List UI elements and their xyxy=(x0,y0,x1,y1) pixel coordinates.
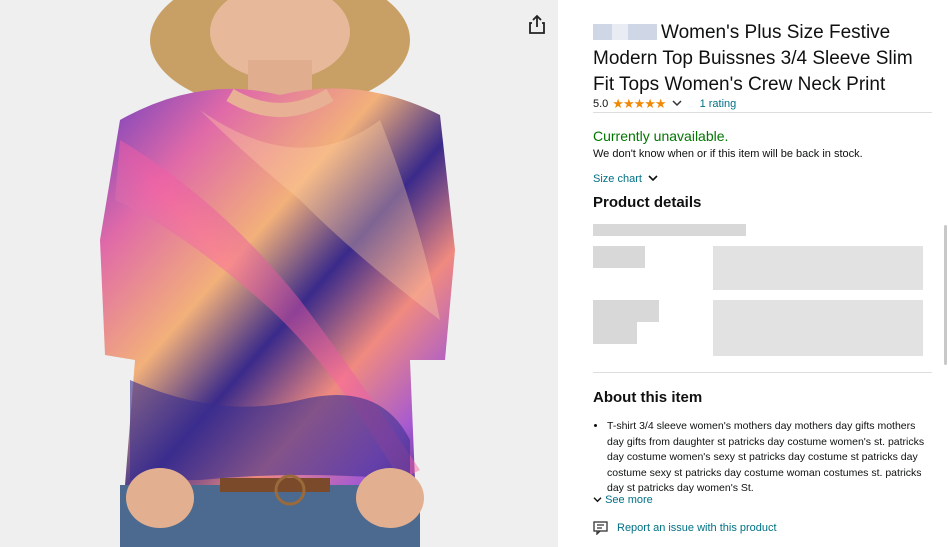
report-issue-link[interactable]: Report an issue with this product xyxy=(593,521,777,535)
chevron-down-icon xyxy=(593,497,602,503)
chevron-down-icon xyxy=(648,175,658,182)
product-title: Women's Plus Size Festive Modern Top Bui… xyxy=(593,20,933,98)
redacted-detail-label xyxy=(593,224,746,236)
product-details-heading: Product details xyxy=(593,194,702,211)
redacted-detail-value xyxy=(713,300,923,356)
chevron-down-icon[interactable] xyxy=(672,99,682,110)
divider xyxy=(593,112,932,113)
share-button[interactable] xyxy=(526,14,548,36)
availability-note: We don't know when or if this item will … xyxy=(593,148,863,160)
see-more-link[interactable]: See more xyxy=(593,494,653,506)
list-item: T-shirt 3/4 sleeve women's mothers day m… xyxy=(607,419,928,495)
divider xyxy=(593,372,932,373)
redacted-detail-label xyxy=(593,246,645,268)
scrollbar[interactable] xyxy=(944,225,947,365)
about-bullet-list: T-shirt 3/4 sleeve women's mothers day m… xyxy=(593,419,928,495)
size-chart-link[interactable]: Size chart xyxy=(593,173,658,185)
share-icon xyxy=(529,14,545,34)
redacted-detail-label xyxy=(593,322,637,344)
report-issue-label: Report an issue with this product xyxy=(617,522,777,534)
rating-row: 5.0 ★★★★★ 1 rating xyxy=(593,96,933,112)
redacted-brand xyxy=(593,24,657,40)
product-image[interactable] xyxy=(0,0,558,547)
product-photo xyxy=(0,0,558,547)
availability-status: Currently unavailable. xyxy=(593,128,729,144)
see-more-label: See more xyxy=(605,494,653,506)
redacted-detail-value xyxy=(713,246,923,290)
about-heading: About this item xyxy=(593,389,703,406)
size-chart-label: Size chart xyxy=(593,173,642,185)
report-icon xyxy=(593,521,608,535)
rating-count-link[interactable]: 1 rating xyxy=(700,98,737,110)
rating-value: 5.0 xyxy=(593,98,609,110)
redacted-detail-label xyxy=(593,300,659,322)
star-rating[interactable]: ★★★★★ xyxy=(612,96,666,112)
